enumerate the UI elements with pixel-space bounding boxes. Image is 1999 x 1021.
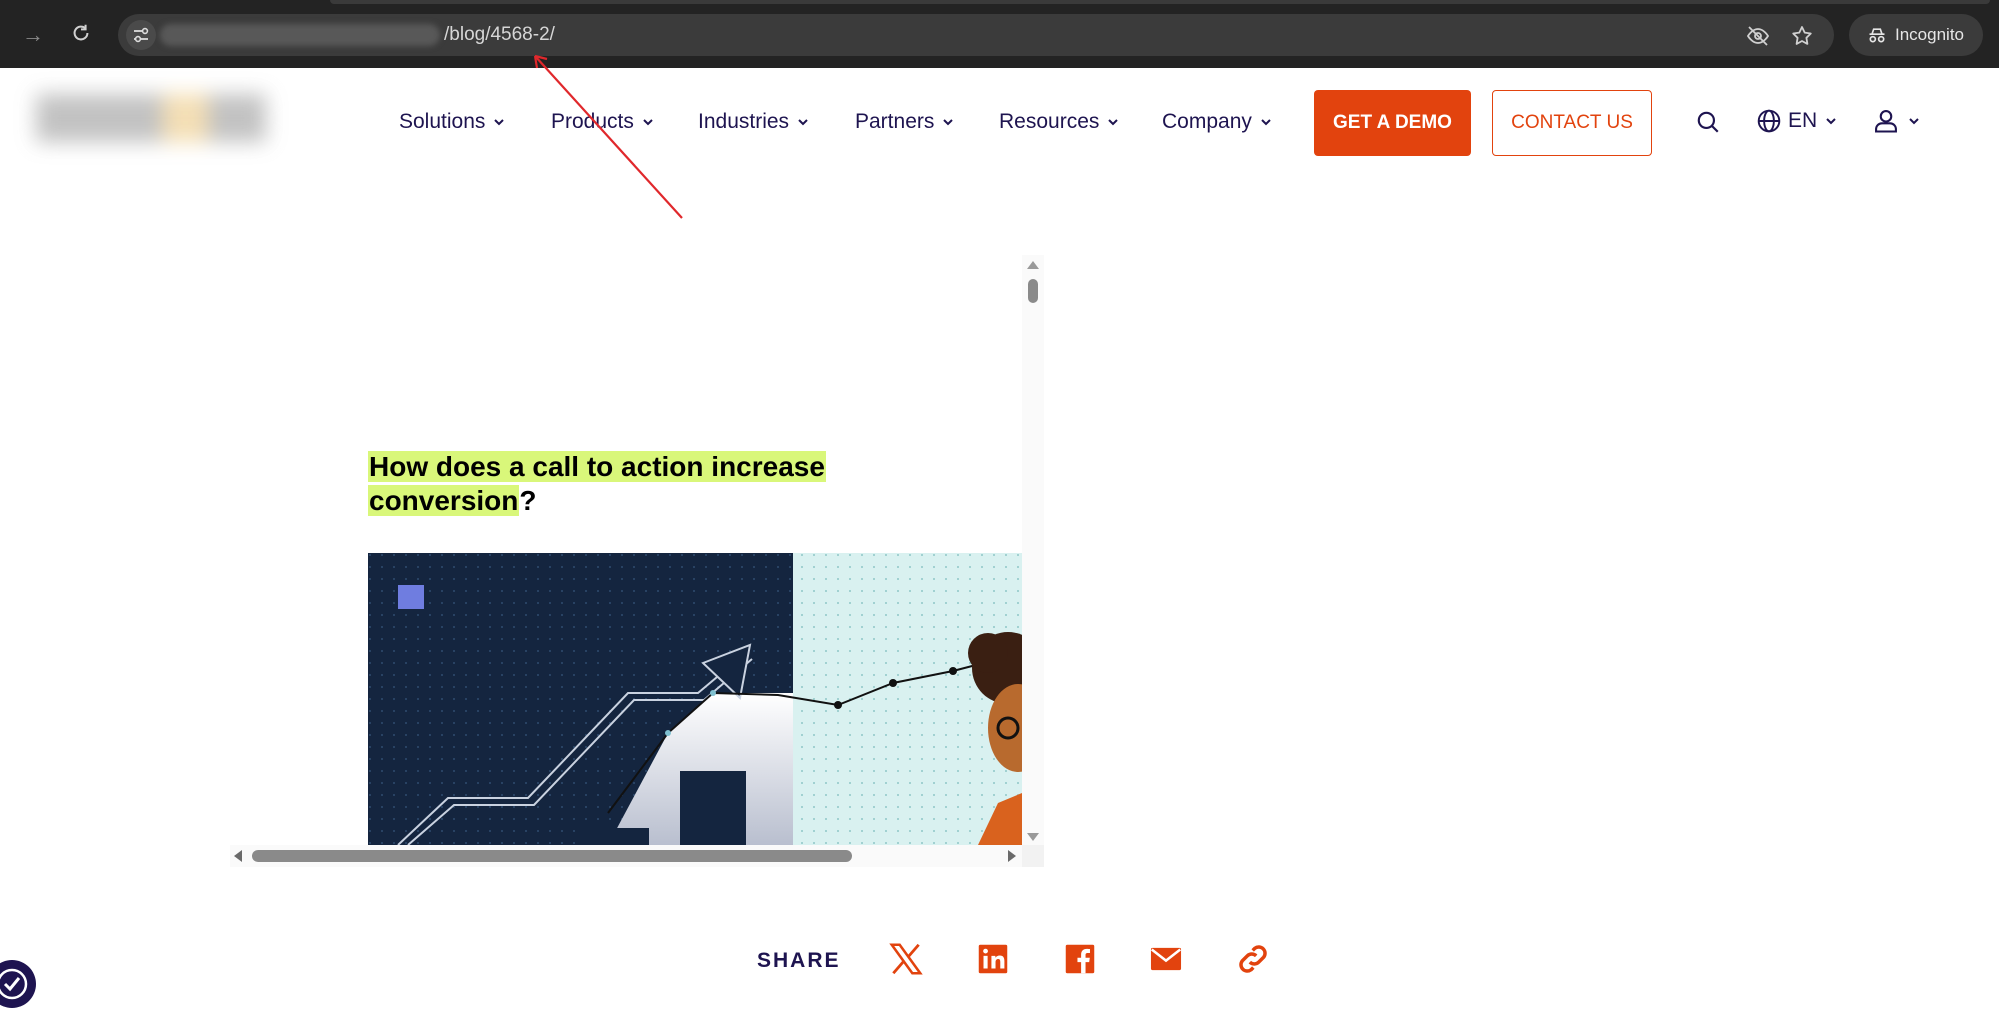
incognito-icon [1869,28,1885,43]
article-title: How does a call to action increase conve… [368,450,868,518]
chevron-down-icon [1826,118,1836,125]
contact-us-button[interactable]: CONTACT US [1492,90,1652,156]
linkedin-icon[interactable] [974,940,1012,978]
chevron-down-icon [943,119,954,126]
nav-products[interactable]: Products [551,110,654,134]
scroll-left-arrow[interactable] [234,850,242,862]
nav-label: Company [1162,110,1252,133]
chevron-down-icon [643,119,653,126]
nav-partners[interactable]: Partners [855,110,954,134]
title-highlight-1: How does a call to action increase [368,451,826,482]
account-menu[interactable] [1872,107,1920,135]
scrollbar-corner [1022,845,1044,867]
chevron-down-icon [1909,118,1919,125]
get-a-demo-button[interactable]: GET A DEMO [1314,90,1471,156]
incognito-indicator[interactable]: Incognito [1849,14,1983,56]
accessibility-widget-button[interactable] [0,960,36,1008]
link-icon[interactable] [1234,940,1272,978]
browser-toolbar: → /blog/4568-2/ Incognito [0,0,1999,68]
nav-industries[interactable]: Industries [698,110,809,134]
site-info-icon[interactable] [126,20,156,50]
scroll-up-arrow[interactable] [1027,261,1039,269]
accessibility-check-icon [0,968,28,1000]
share-label: SHARE [757,949,841,972]
tab-strip [330,0,1990,4]
nav-label: Solutions [399,110,486,133]
nav-label: Partners [855,110,935,133]
reload-icon[interactable] [68,22,94,48]
address-bar[interactable]: /blog/4568-2/ [118,14,1834,56]
nav-solutions[interactable]: Solutions [399,110,505,134]
star-icon[interactable] [1790,24,1814,48]
scroll-thumb[interactable] [1028,279,1038,303]
user-icon [1875,110,1897,133]
eye-off-icon[interactable] [1746,24,1770,48]
forward-icon[interactable]: → [20,22,46,48]
nav-resources[interactable]: Resources [999,110,1119,134]
title-tail: ? [519,485,537,516]
chevron-down-icon [494,119,505,126]
scroll-thumb[interactable] [252,850,852,862]
language-label: EN [1788,109,1818,132]
site-logo-redacted[interactable] [36,94,266,142]
search-icon[interactable] [1695,109,1721,140]
x-icon[interactable] [887,940,925,978]
language-selector[interactable]: EN [1756,108,1837,134]
globe-icon [1757,109,1781,133]
email-icon[interactable] [1147,940,1185,978]
nav-label: Resources [999,110,1100,133]
facebook-icon[interactable] [1061,940,1099,978]
chevron-down-icon [798,119,808,126]
incognito-label: Incognito [1895,25,1964,44]
nav-company[interactable]: Company [1162,110,1272,134]
frame-vertical-scrollbar[interactable] [1022,255,1044,847]
nav-label: Industries [698,110,790,133]
scroll-right-arrow[interactable] [1008,850,1016,862]
nav-label: Products [551,110,634,133]
title-highlight-2: conversion [368,485,520,516]
hero-illustration [368,553,1022,845]
frame-horizontal-scrollbar[interactable] [230,845,1022,867]
url-path[interactable]: /blog/4568-2/ [444,24,555,46]
url-domain-redacted [160,24,440,46]
site-header: Solutions Products Industries Partners R… [0,68,1999,178]
scroll-down-arrow[interactable] [1027,833,1039,841]
chevron-down-icon [1261,119,1271,126]
chevron-down-icon [1108,119,1119,126]
